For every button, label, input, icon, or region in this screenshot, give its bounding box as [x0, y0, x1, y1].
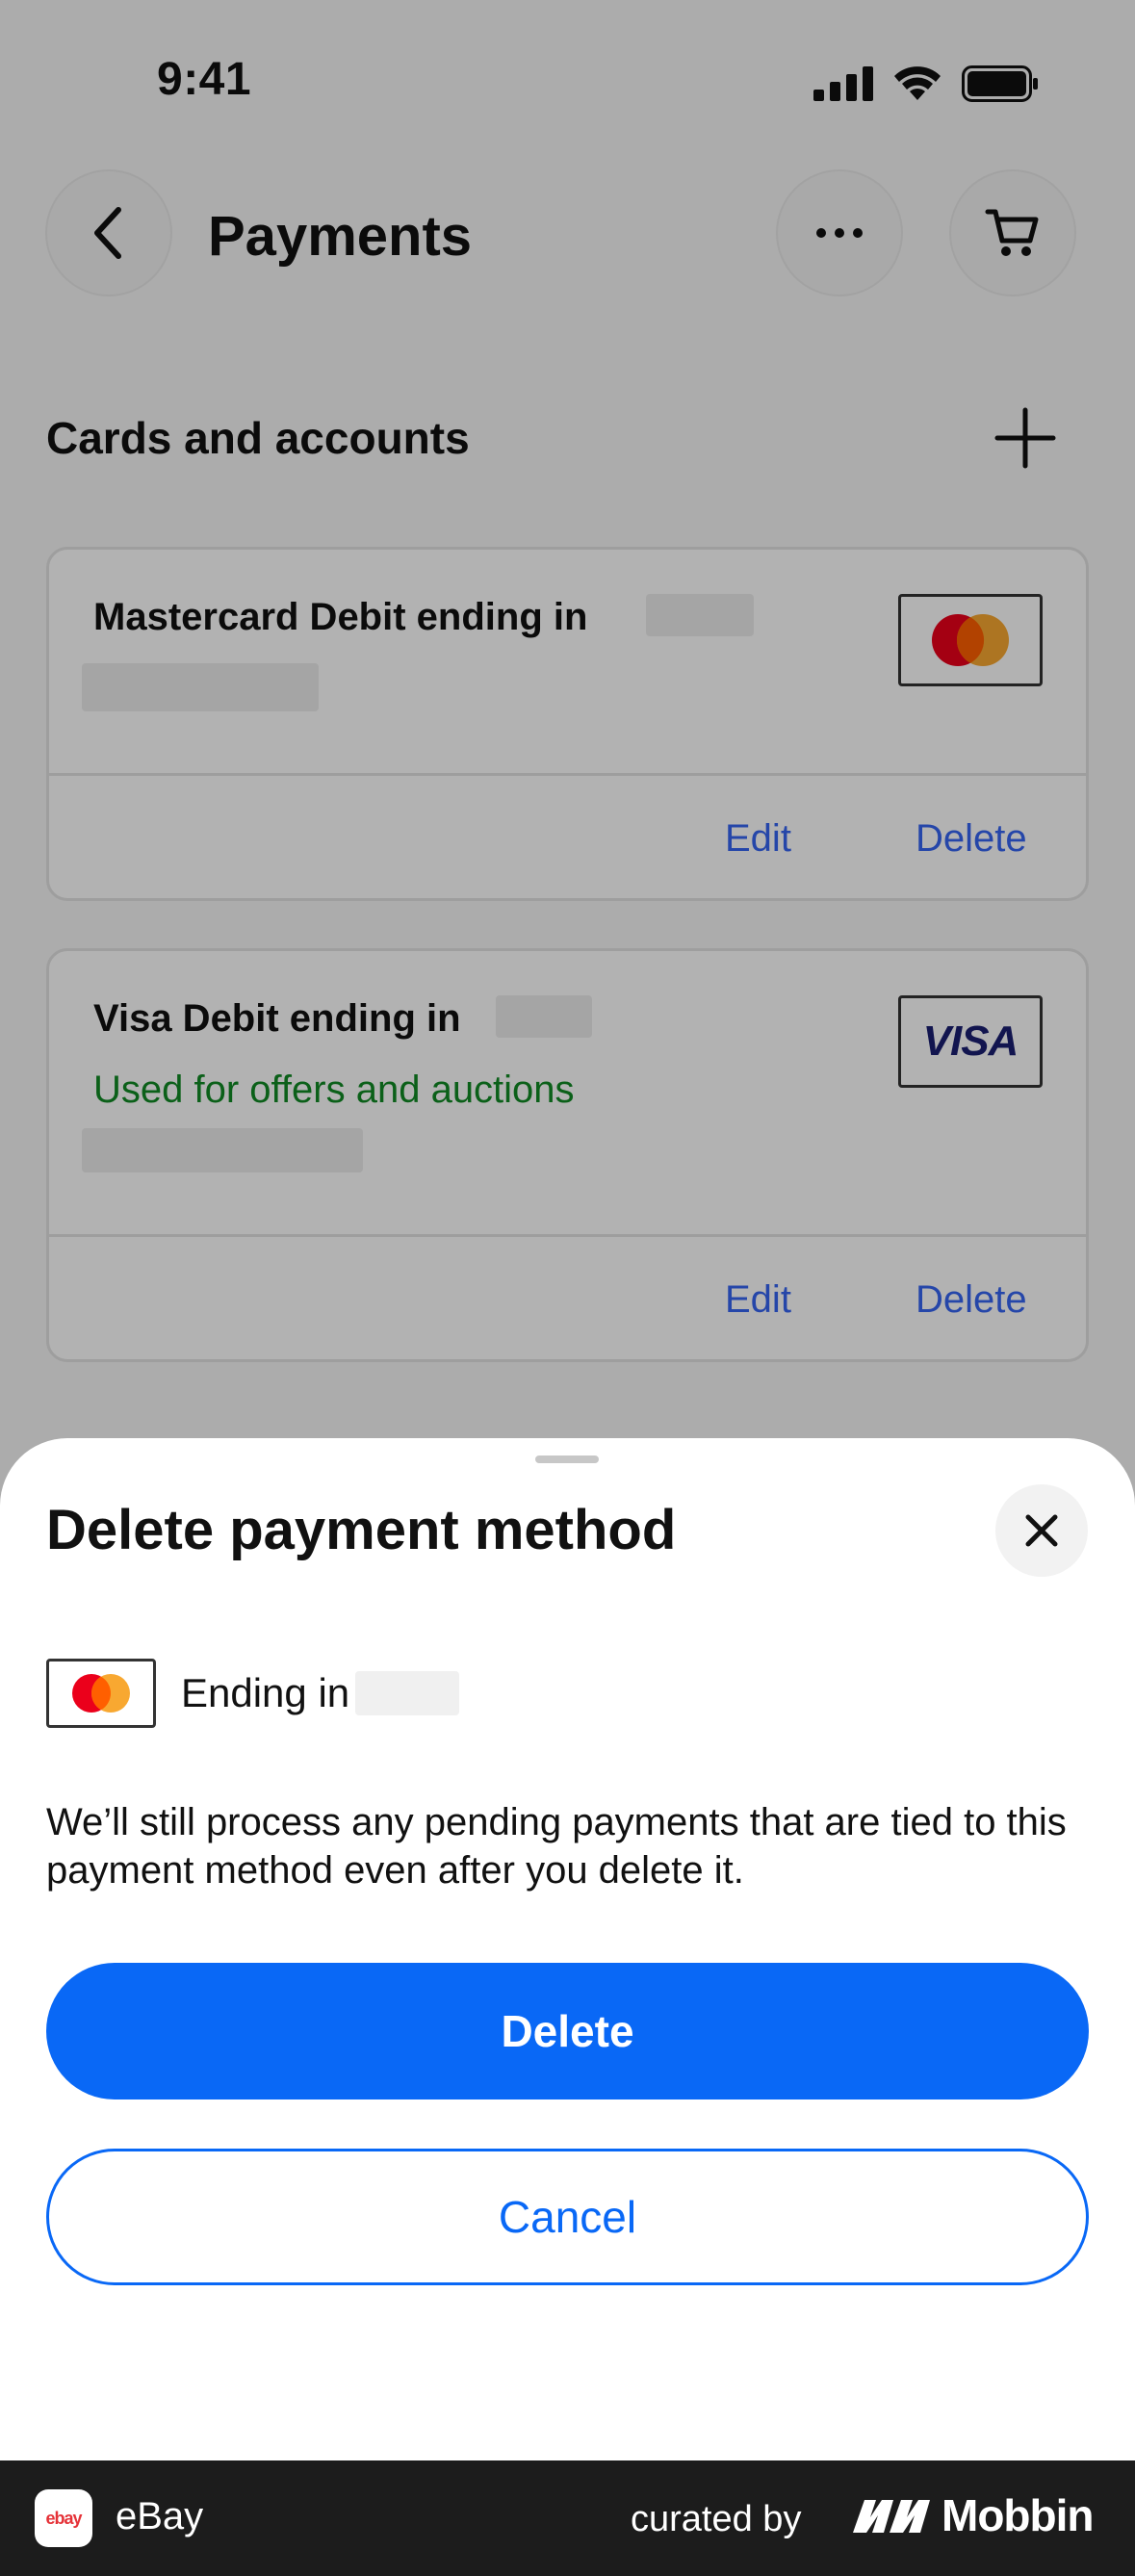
close-icon: [1025, 1514, 1058, 1547]
cancel-button[interactable]: Cancel: [46, 2149, 1089, 2285]
mobbin-brand: Mobbin: [851, 2489, 1094, 2541]
selected-payment-method: Ending in: [46, 1658, 460, 1729]
mobbin-wordmark: Mobbin: [942, 2490, 1094, 2540]
sheet-grabber[interactable]: [535, 1455, 599, 1463]
sheet-title: Delete payment method: [46, 1499, 677, 1561]
sheet-description: We’ll still process any pending payments…: [46, 1801, 1067, 1892]
app-icon: ebay: [35, 2489, 92, 2547]
attribution-footer: ebay eBay curated by Mobbin: [0, 2460, 1135, 2576]
app-name: eBay: [116, 2495, 204, 2537]
app-screen: 9:41 Payments Cards and accounts Masterc…: [0, 0, 1135, 2460]
mobbin-logo-icon: [853, 2500, 930, 2533]
close-button[interactable]: [995, 1484, 1088, 1577]
mastercard-icon: [72, 1674, 130, 1713]
confirm-delete-button[interactable]: Delete: [46, 1963, 1089, 2099]
app-icon-text: ebay: [45, 2508, 82, 2528]
mastercard-logo: [46, 1659, 156, 1728]
ending-label: Ending in: [181, 1670, 350, 1715]
redacted-digits: [355, 1671, 460, 1715]
curated-by-label: curated by: [631, 2499, 802, 2539]
delete-payment-sheet: Delete payment method Ending in We’ll st…: [0, 1438, 1135, 2460]
